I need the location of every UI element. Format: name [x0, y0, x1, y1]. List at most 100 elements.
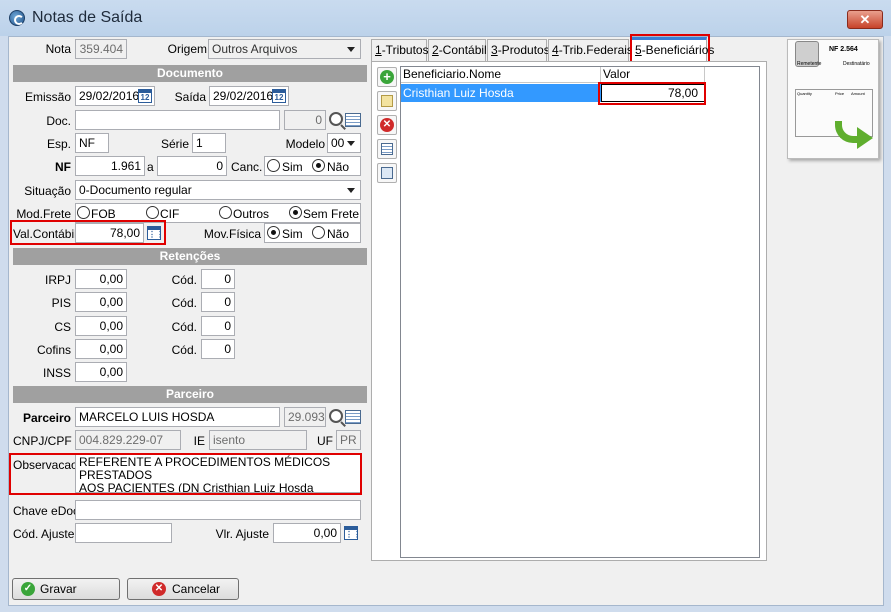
- canc-radio-group: Sim Não: [264, 156, 361, 176]
- frete-semfrete-radio[interactable]: [289, 206, 302, 219]
- origem-value: Outros Arquivos: [212, 42, 298, 56]
- cod-label: Cód.: [171, 343, 197, 357]
- grid-header-nome[interactable]: Beneficiario.Nome: [401, 67, 601, 83]
- tab-label: -Contábil: [438, 43, 487, 57]
- mov-nao-radio[interactable]: [312, 226, 325, 239]
- list-icon[interactable]: [345, 113, 361, 127]
- retencao-value-field[interactable]: 0,00: [75, 362, 127, 382]
- nf-field[interactable]: 1.961: [75, 156, 145, 176]
- add-icon[interactable]: +: [377, 67, 397, 87]
- cancelar-button[interactable]: ✕ Cancelar: [127, 578, 239, 600]
- vlrajuste-field[interactable]: 0,00: [273, 523, 341, 543]
- delete-icon[interactable]: ✕: [377, 115, 397, 135]
- doc-label: Doc.: [46, 114, 71, 128]
- obs-label: Observacao: [13, 458, 78, 472]
- modelo-value: 00: [331, 136, 345, 150]
- canc-label: Canc.: [231, 160, 263, 174]
- copy-icon[interactable]: [377, 139, 397, 159]
- chevron-down-icon: [347, 47, 355, 52]
- frete-cif-radio[interactable]: [146, 206, 159, 219]
- gravar-button[interactable]: ✓ Gravar: [12, 578, 120, 600]
- cnpj-field: 004.829.229-07: [75, 430, 181, 450]
- frete-fob-radio[interactable]: [77, 206, 90, 219]
- search-icon[interactable]: [329, 409, 343, 423]
- modelo-select[interactable]: 00: [327, 133, 361, 153]
- origem-label: Origem: [167, 42, 207, 56]
- cod-field[interactable]: 0: [201, 339, 235, 359]
- green-arrow-icon: [835, 111, 875, 155]
- edit-icon[interactable]: [377, 91, 397, 111]
- chave-field[interactable]: [75, 500, 361, 520]
- tab-label: -Tributos: [381, 43, 429, 57]
- tab-page-beneficiarios: + ✕ Beneficiario.Nome Valor Cristhian Lu…: [371, 61, 767, 561]
- movfisica-label: Mov.Física: [203, 227, 261, 241]
- calendar-icon[interactable]: 12: [138, 89, 152, 103]
- nf-label: NF: [55, 160, 71, 174]
- list-icon[interactable]: [345, 410, 361, 424]
- nota-label: Nota: [45, 42, 71, 56]
- serie-field[interactable]: 1: [192, 133, 226, 153]
- modfrete-label: Mod.Frete: [16, 207, 71, 221]
- grid-header-valor[interactable]: Valor: [601, 67, 705, 83]
- obs-textarea[interactable]: REFERENTE A PROCEDIMENTOS MÉDICOS PRESTA…: [75, 453, 361, 493]
- tab-trib-federais[interactable]: 4-Trib.Federais: [548, 39, 633, 61]
- serie-label: Série: [160, 137, 189, 151]
- calendar-icon[interactable]: 12: [272, 89, 286, 103]
- valcontabil-field[interactable]: 78,00: [75, 223, 144, 243]
- situacao-label: Situação: [24, 184, 71, 198]
- form-edit-icon[interactable]: [377, 163, 397, 183]
- cod-field[interactable]: 0: [201, 269, 235, 289]
- nf-to-field[interactable]: 0: [157, 156, 227, 176]
- section-parceiro: Parceiro: [13, 386, 367, 403]
- situacao-select[interactable]: 0-Documento regular: [75, 180, 361, 200]
- retencao-label: IRPJ: [44, 273, 71, 287]
- cod-label: Cód.: [171, 296, 197, 310]
- retencao-label: PIS: [51, 296, 71, 310]
- cod-field[interactable]: 0: [201, 316, 235, 336]
- tab-produtos[interactable]: 3-Produtos: [487, 39, 550, 61]
- retencao-value-field[interactable]: 0,00: [75, 316, 127, 336]
- esp-label: Esp.: [46, 137, 71, 151]
- grid-cell-nome[interactable]: Cristhian Luiz Hosda: [401, 84, 601, 102]
- retencao-value-field[interactable]: 0,00: [75, 269, 127, 289]
- frete-radio-group: FOB CIF Outros Sem Frete: [75, 203, 361, 223]
- situacao-value: 0-Documento regular: [79, 183, 192, 197]
- frete-option-label: CIF: [160, 207, 180, 221]
- retencao-value-field[interactable]: 0,00: [75, 339, 127, 359]
- tab-key: 4: [552, 43, 559, 57]
- doc-field[interactable]: [75, 110, 280, 130]
- codajuste-field[interactable]: [75, 523, 172, 543]
- retencao-value-field[interactable]: 0,00: [75, 292, 127, 312]
- nota-field: 359.404: [75, 39, 127, 59]
- mov-sim-radio[interactable]: [267, 226, 280, 239]
- canc-sim-radio[interactable]: [267, 159, 280, 172]
- cod-label: Cód.: [171, 273, 197, 287]
- canc-nao-radio[interactable]: [312, 159, 325, 172]
- frete-outros-radio[interactable]: [219, 206, 232, 219]
- canc-nao-label: Não: [327, 160, 350, 174]
- tab-contabil[interactable]: 2-Contábil: [428, 39, 487, 61]
- tab-label: -Trib.Federais: [558, 43, 633, 57]
- search-icon[interactable]: [329, 112, 343, 126]
- calculator-icon[interactable]: ⋮⋮: [147, 226, 164, 240]
- grid-cell-valor[interactable]: 78,00: [601, 84, 705, 102]
- invoice-destinatario: Destinatário: [843, 61, 870, 67]
- section-documento: Documento: [13, 65, 367, 82]
- retencao-label: CS: [54, 320, 71, 334]
- calculator-icon[interactable]: ⋮⋮: [344, 526, 361, 540]
- tab-key: 3: [491, 43, 498, 57]
- parceiro-field[interactable]: MARCELO LUIS HOSDA: [75, 407, 280, 427]
- invoice-col: Quantity: [797, 91, 812, 96]
- esp-field[interactable]: NF: [75, 133, 109, 153]
- gravar-label: Gravar: [40, 582, 77, 596]
- check-icon: ✓: [21, 582, 35, 596]
- close-button[interactable]: ✕: [847, 10, 883, 29]
- ie-field: isento: [209, 430, 307, 450]
- cod-field[interactable]: 0: [201, 292, 235, 312]
- movfisica-radio-group: Sim Não: [264, 223, 361, 243]
- origem-select[interactable]: Outros Arquivos: [208, 39, 361, 59]
- tab-beneficiarios[interactable]: 5-Beneficiários: [631, 37, 714, 62]
- invoice-col: Amount: [851, 91, 865, 96]
- tab-tributos[interactable]: 1-Tributos: [371, 39, 429, 61]
- invoice-remetente: Remetente: [797, 61, 822, 67]
